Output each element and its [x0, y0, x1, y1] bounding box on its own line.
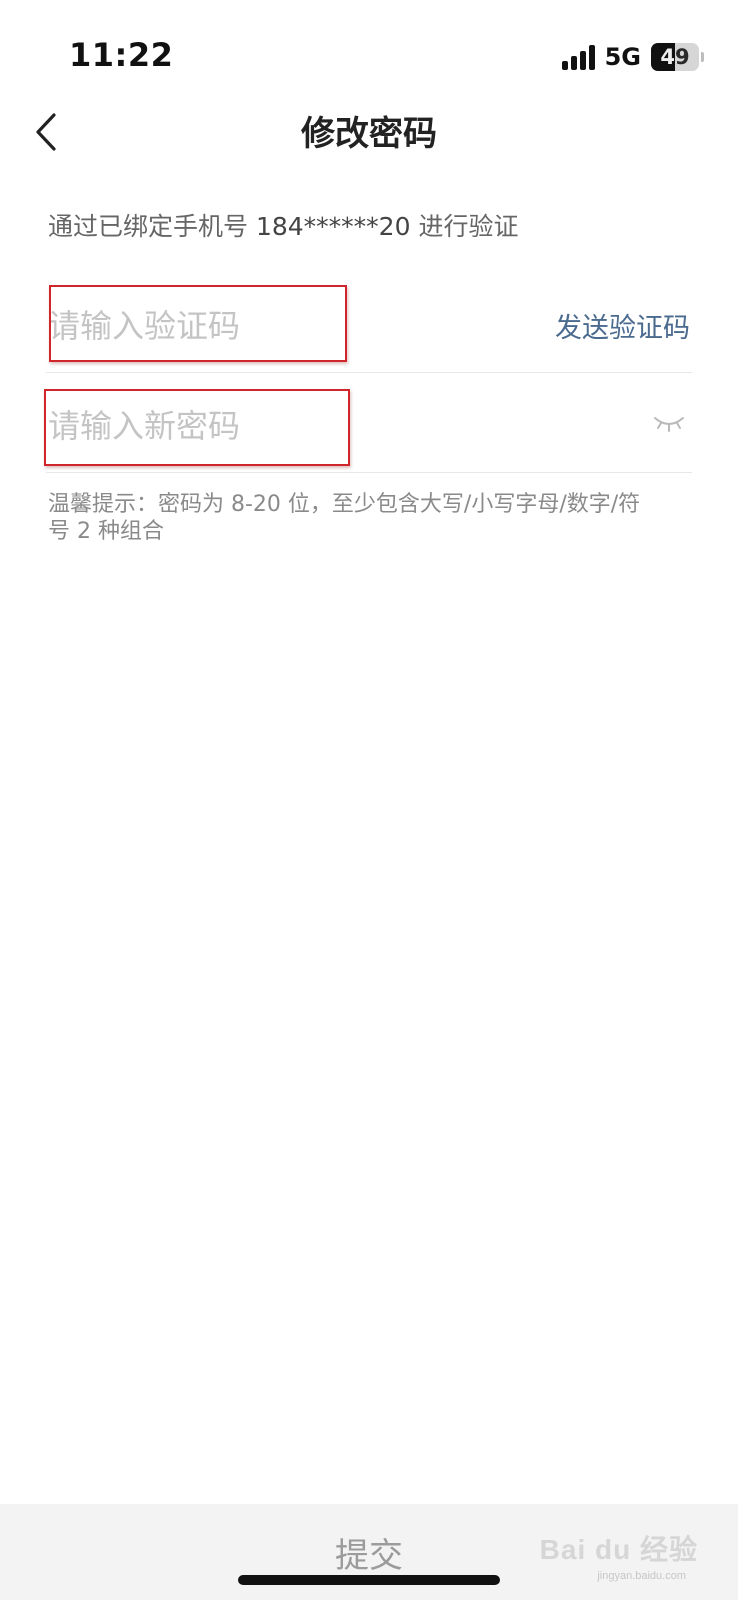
verify-hint-suffix: 进行验证 [418, 212, 519, 241]
page-title: 修改密码 [301, 114, 437, 154]
baidu-jingyan-watermark: Bai du 经验 [539, 1534, 698, 1565]
watermark-url: jingyan.baidu.com [597, 1570, 686, 1582]
masked-phone-number: 184******20 [255, 212, 411, 241]
verification-code-input[interactable] [48, 298, 478, 354]
status-indicators: 5G 49 [561, 42, 704, 72]
signal-bars-icon [561, 44, 595, 70]
home-indicator [238, 1575, 500, 1585]
network-type: 5G [604, 43, 641, 71]
battery-icon: 49 [651, 43, 704, 71]
send-code-button[interactable]: 发送验证码 [555, 306, 690, 345]
verify-hint-prefix: 通过已绑定手机号 [48, 212, 249, 241]
password-visibility-toggle[interactable] [652, 412, 686, 434]
new-password-input[interactable] [48, 398, 478, 454]
verification-code-row: 发送验证码 [46, 276, 692, 373]
password-rule-tip: 温馨提示：密码为 8-20 位，至少包含大写/小写字母/数字/符号 2 种组合 [48, 492, 641, 544]
new-password-row [46, 376, 692, 473]
change-password-screen: 11:22 5G 49 修改密码 通过已绑定手机号 184******20 进行… [0, 0, 738, 1600]
verify-phone-hint: 通过已绑定手机号 184******20 进行验证 [48, 207, 518, 243]
status-time: 11:22 [69, 36, 174, 74]
battery-level: 49 [660, 45, 690, 69]
eye-closed-icon [654, 417, 684, 432]
